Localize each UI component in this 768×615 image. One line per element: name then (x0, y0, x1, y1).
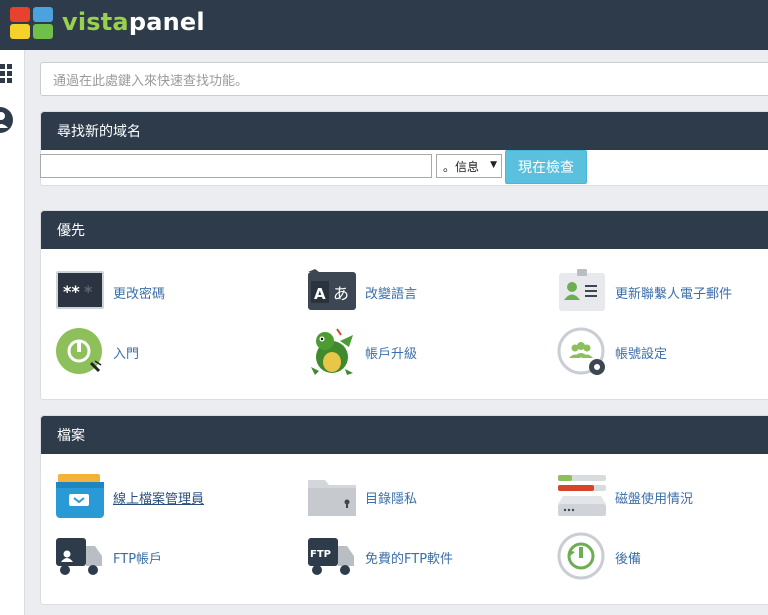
password-icon: ** * (56, 271, 104, 309)
app-logo-text[interactable]: vistapanel (62, 8, 205, 36)
change-language-item[interactable]: A あ 改變語言 (307, 267, 417, 317)
top-navigation-bar: vistapanel (0, 0, 768, 50)
panel-title: 優先 (41, 211, 768, 249)
panel-title: 尋找新的域名 (41, 112, 768, 150)
item-label: FTP帳戶 (113, 551, 163, 567)
free-ftp-software-item[interactable]: FTP 免費的FTP軟件 (307, 532, 453, 582)
item-label: 帳戶升級 (365, 346, 418, 362)
svg-text:**: ** (63, 282, 80, 301)
dragon-mascot-icon (311, 328, 353, 375)
item-label: 帳號設定 (615, 346, 668, 362)
search-placeholder: 通過在此處鍵入來快速查找功能。 (53, 73, 249, 89)
grid-menu-icon[interactable] (0, 64, 14, 83)
contact-card-icon (559, 269, 605, 311)
account-settings-icon (557, 327, 605, 375)
check-domain-button[interactable]: 現在檢查 (505, 150, 587, 184)
file-manager-icon (56, 474, 104, 518)
item-label: 入門 (113, 346, 140, 362)
ftp-accounts-item[interactable]: FTP帳戶 (55, 532, 162, 582)
item-label: 後備 (615, 551, 642, 567)
preferences-panel: 優先 ** * 更改密碼 A あ 改變語言 更新聯繫人電子郵件 入門 帳戶升級 … (40, 210, 768, 400)
getting-started-icon (56, 328, 102, 374)
svg-text:A: A (314, 285, 326, 303)
sidebar (0, 50, 25, 615)
tld-dropdown[interactable]: 。信息 ▼ (436, 154, 502, 178)
ftp-account-icon (56, 538, 102, 575)
files-panel: 檔案 線上檔案管理員 目錄隱私 磁盤使用情況 FTP帳戶 FTP 免費的FTP軟… (40, 415, 768, 605)
item-label: 線上檔案管理員 (113, 491, 205, 507)
svg-text:あ: あ (333, 284, 349, 303)
account-upgrade-item[interactable]: 帳戶升級 (307, 327, 417, 377)
panel-title: 檔案 (41, 416, 768, 454)
update-contact-email-item[interactable]: 更新聯繫人電子郵件 (557, 267, 732, 317)
backup-icon (557, 532, 605, 580)
language-icon: A あ (308, 269, 356, 310)
svg-text:FTP: FTP (310, 549, 331, 560)
file-manager-item[interactable]: 線上檔案管理員 (55, 472, 204, 522)
item-label: 免費的FTP軟件 (365, 551, 454, 567)
directory-privacy-item[interactable]: 目錄隱私 (307, 472, 417, 522)
item-label: 更新聯繫人電子郵件 (615, 286, 733, 302)
quick-search-input[interactable]: 通過在此處鍵入來快速查找功能。 (40, 62, 768, 96)
item-label: 磁盤使用情況 (615, 491, 694, 507)
tld-selected-value: 。信息 (443, 159, 480, 174)
account-settings-item[interactable]: 帳號設定 (557, 327, 667, 377)
dropdown-arrow-icon: ▼ (490, 160, 497, 170)
disk-usage-icon (558, 475, 606, 516)
user-circle-icon[interactable] (0, 106, 14, 134)
item-label: 改變語言 (365, 286, 418, 302)
item-label: 目錄隱私 (365, 491, 418, 507)
backup-item[interactable]: 後備 (557, 532, 641, 582)
item-label: 更改密碼 (113, 286, 166, 302)
locked-folder-icon (308, 480, 356, 516)
vistapanel-logo-icon[interactable] (10, 7, 54, 39)
getting-started-item[interactable]: 入門 (55, 327, 139, 377)
domain-name-input[interactable] (40, 154, 432, 178)
ftp-software-icon: FTP (308, 538, 354, 575)
change-password-item[interactable]: ** * 更改密碼 (55, 267, 165, 317)
domain-search-panel: 尋找新的域名 。信息 ▼ 現在檢查 (40, 111, 768, 186)
disk-usage-item[interactable]: 磁盤使用情況 (557, 472, 693, 522)
svg-text:*: * (84, 282, 93, 301)
